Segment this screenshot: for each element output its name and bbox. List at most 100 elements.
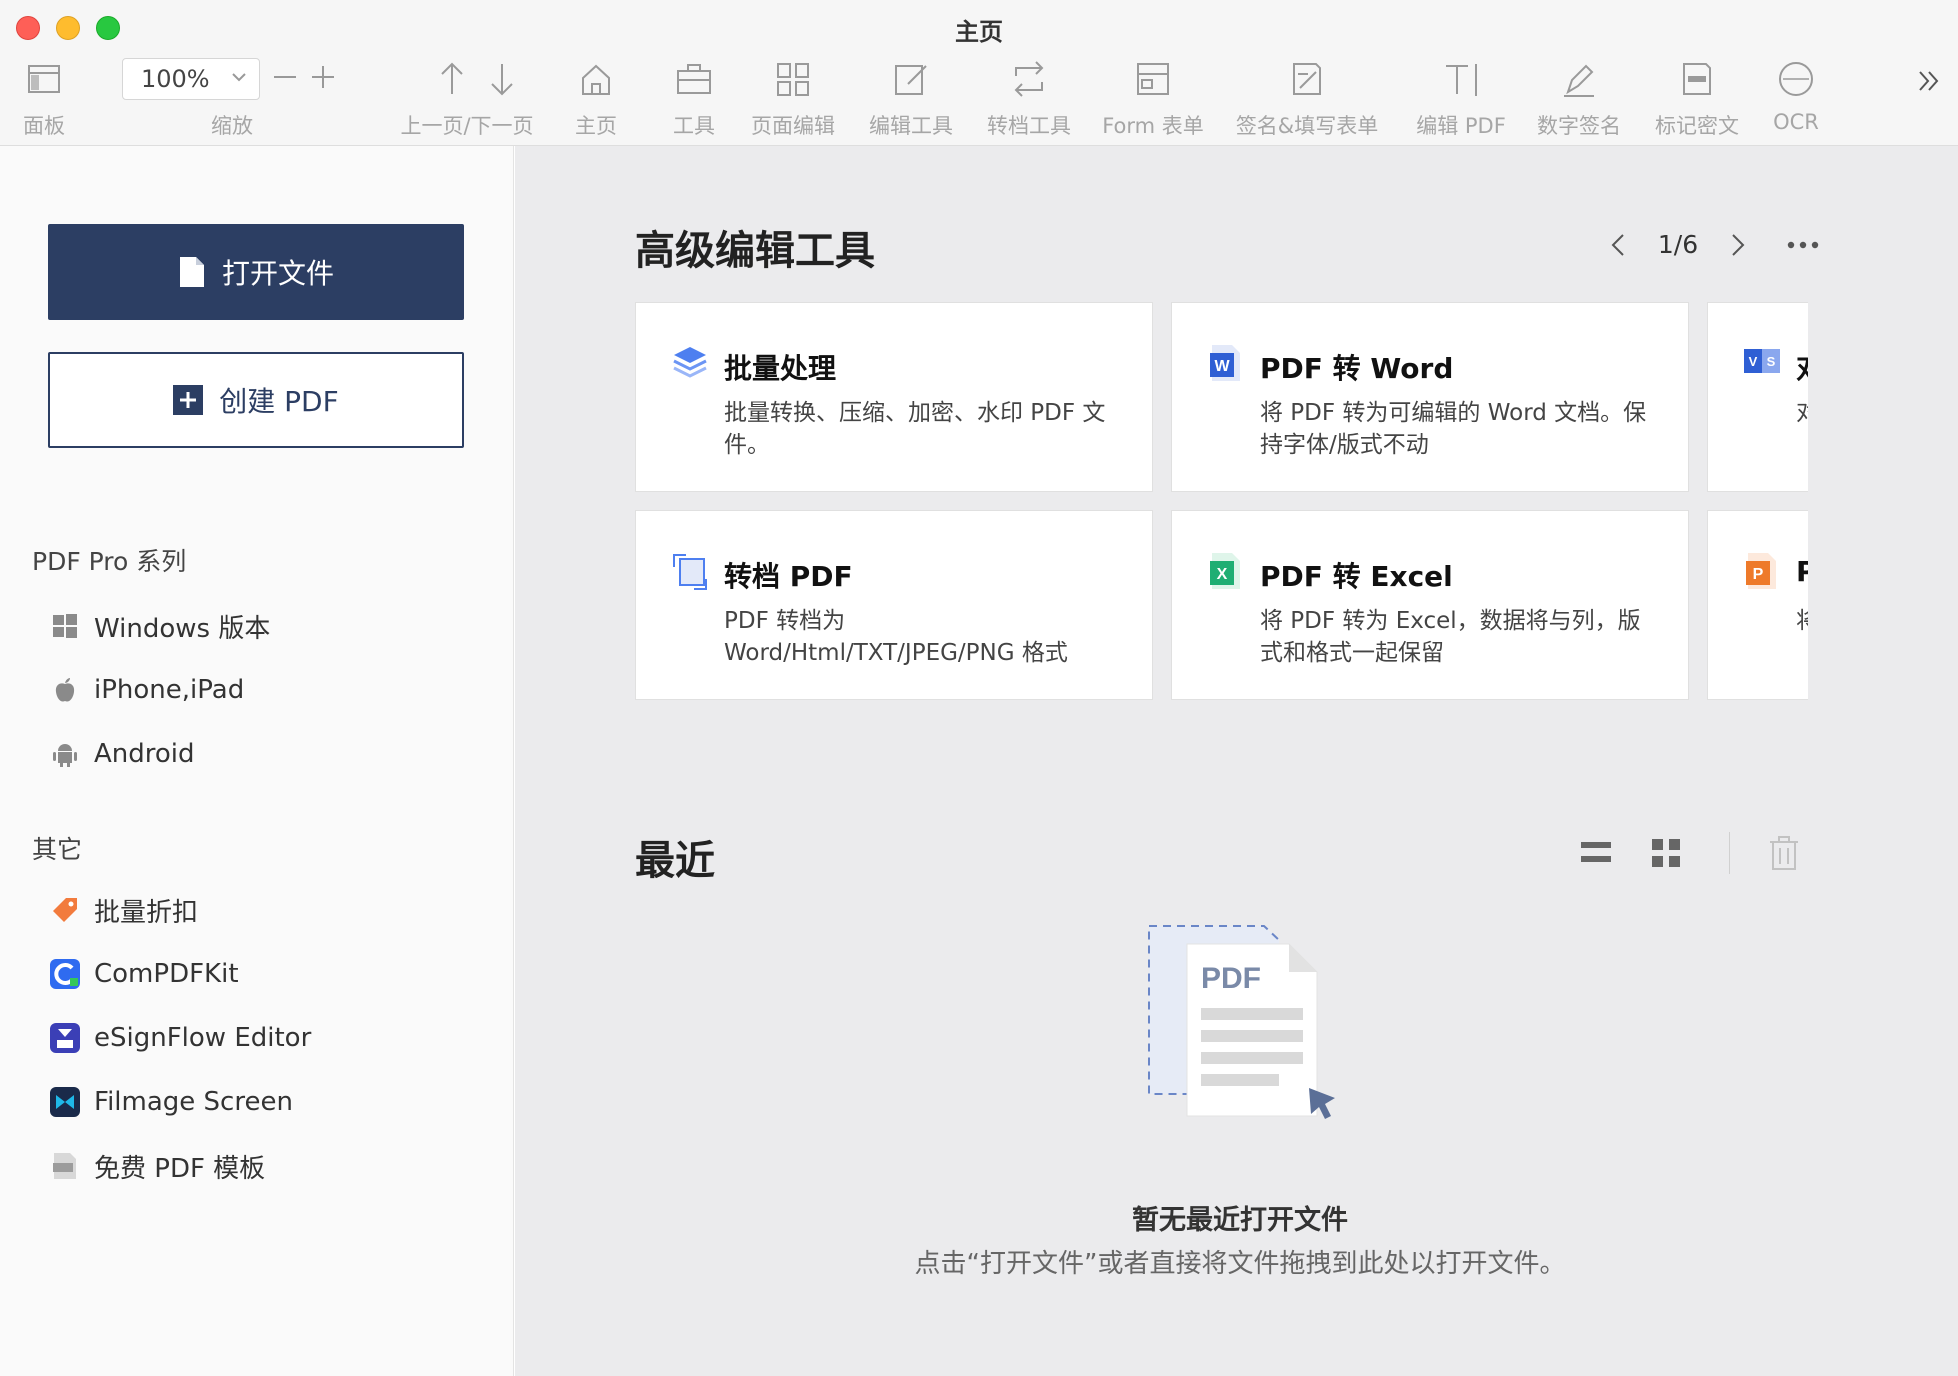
tool-cards: 批量处理 批量转换、压缩、加密、水印 PDF 文件。 W PDF 转 Word … [635, 302, 1808, 722]
toolbar-digital-sign-button[interactable]: 数字签名 [1532, 58, 1626, 142]
card-title: 批量处理 [724, 352, 837, 385]
zoom-out-icon[interactable] [270, 62, 300, 92]
toolbar-label-page-edit: 页面编辑 [751, 114, 835, 138]
card-desc: 对 [1796, 400, 1808, 426]
esignflow-icon [50, 1023, 80, 1053]
tool-card-convert-pdf[interactable]: 转档 PDF PDF 转档为 Word/Html/TXT/JPEG/PNG 格式 [635, 510, 1153, 700]
advanced-tools-title: 高级编辑工具 [635, 228, 875, 274]
ocr-icon [1779, 62, 1813, 96]
toolbar-overflow-icon[interactable] [1914, 66, 1944, 96]
toolbar-label-ocr: OCR [1773, 110, 1819, 134]
word-icon: W [1210, 345, 1240, 381]
toolbar-edit-tools-button[interactable]: 编辑工具 [864, 58, 958, 142]
toolbar-panel-button[interactable]: 面板 [14, 58, 74, 142]
svg-text:V: V [1749, 354, 1758, 369]
create-pdf-button[interactable]: 创建 PDF [48, 352, 464, 448]
tool-card-pdf-to-excel[interactable]: X PDF 转 Excel 将 PDF 转为 Excel，数据将与列，版式和格式… [1171, 510, 1689, 700]
svg-text:W: W [1214, 358, 1230, 375]
sidebar-item-windows[interactable]: Windows 版本 [50, 606, 270, 646]
toolbar-label-page-nav: 上一页/下一页 [400, 114, 534, 138]
layers-icon [673, 347, 707, 378]
sidebar-item-label: Android [94, 739, 195, 769]
zoom-in-icon[interactable] [308, 62, 338, 92]
tool-card-pdf-to-ppt[interactable]: P P 将 村 [1707, 510, 1808, 700]
sidebar-item-esignflow[interactable]: eSignFlow Editor [50, 1018, 311, 1058]
sidebar-item-label: iPhone,iPad [94, 675, 245, 705]
sidebar-item-label: 免费 PDF 模板 [94, 1153, 266, 1184]
svg-text:X: X [1217, 566, 1228, 583]
list-view-icon[interactable] [1579, 836, 1613, 870]
toolbar-label-home: 主页 [575, 114, 617, 138]
zoom-value: 100% [141, 65, 210, 93]
toolbar-label-panel: 面板 [23, 114, 65, 138]
compdfkit-icon [50, 959, 80, 989]
trash-icon[interactable] [1767, 834, 1801, 872]
open-file-label: 打开文件 [221, 257, 334, 290]
panel-icon [28, 65, 60, 93]
sidebar-item-discount[interactable]: 批量折扣 [50, 890, 198, 930]
chevron-left-icon[interactable] [1603, 230, 1633, 260]
toolbar-label-form: Form 表单 [1102, 114, 1204, 138]
toolbar-edit-pdf-button[interactable]: 编辑 PDF [1408, 58, 1514, 142]
chevron-right-icon[interactable] [1723, 230, 1753, 260]
more-options-icon[interactable] [1783, 230, 1823, 260]
empty-document-illustration: PDF [1148, 925, 1335, 1119]
toolbar-label-edit-pdf: 编辑 PDF [1416, 114, 1506, 138]
grid-view-icon[interactable] [1649, 836, 1683, 870]
toolbar-home-button[interactable]: 主页 [566, 58, 626, 142]
toolbar-label-tools: 工具 [673, 114, 715, 138]
sidebar-item-android[interactable]: Android [50, 734, 195, 774]
chevron-down-icon [232, 73, 246, 82]
pro-section-title: PDF Pro 系列 [32, 547, 187, 576]
plus-square-icon [173, 385, 204, 415]
card-title: PDF 转 Excel [1260, 560, 1453, 593]
tool-card-pdf-to-word[interactable]: W PDF 转 Word 将 PDF 转为可编辑的 Word 文档。保持字体/版… [1171, 302, 1689, 492]
pen-icon [1564, 64, 1594, 97]
sidebar-item-filmage[interactable]: Filmage Screen [50, 1082, 293, 1122]
recent-title: 最近 [635, 838, 715, 884]
toolbar-redact-button[interactable]: 标记密文 [1650, 58, 1744, 142]
pdf-template-icon [53, 1153, 76, 1179]
sidebar-item-iphone-ipad[interactable]: iPhone,iPad [50, 670, 244, 710]
toolbox-icon [677, 64, 711, 94]
card-desc: 将 PDF 转为可编辑的 Word 文档。保持字体/版式不动 [1260, 400, 1647, 458]
title-toolbar: 主页 面板 100% 缩放 上一页/下一页 主页 工具 页面编辑 编辑工具 转档… [0, 0, 1958, 146]
sidebar-item-compdfkit[interactable]: ComPDFKit [50, 954, 239, 994]
windows-icon [53, 614, 77, 638]
toolbar-convert-tools-button[interactable]: 转档工具 [982, 58, 1076, 142]
card-desc: PDF 转档为 Word/Html/TXT/JPEG/PNG 格式 [724, 608, 1068, 666]
advanced-tools-pager: 1/6 [1603, 230, 1843, 270]
document-icon [179, 257, 204, 287]
card-title: P [1796, 555, 1808, 588]
card-desc: 将 村 [1796, 608, 1808, 634]
home-icon [582, 64, 610, 95]
toolbar-label-zoom: 缩放 [211, 114, 253, 138]
ppt-icon: P [1746, 553, 1776, 589]
create-pdf-label: 创建 PDF [219, 385, 339, 418]
toolbar-form-button[interactable]: Form 表单 [1100, 58, 1206, 142]
excel-icon: X [1210, 553, 1240, 589]
open-file-button[interactable]: 打开文件 [48, 224, 464, 320]
zoom-select[interactable]: 100% [122, 58, 260, 100]
window-title: 主页 [955, 18, 1003, 46]
empty-recent-description: 点击“打开文件”或者直接将文件拖拽到此处以打开文件。 [914, 1249, 1566, 1279]
filmage-icon [50, 1087, 80, 1117]
toolbar-label-edit-tools: 编辑工具 [869, 114, 953, 138]
toolbar-page-nav-button[interactable]: 上一页/下一页 [392, 58, 542, 142]
sidebar-item-pdf-template[interactable]: 免费 PDF 模板 [50, 1146, 265, 1186]
other-section-title: 其它 [32, 835, 83, 864]
tool-card-compare[interactable]: VS 对 对 [1707, 302, 1808, 492]
toolbar-tools-button[interactable]: 工具 [664, 58, 724, 142]
sidebar-item-label: Windows 版本 [94, 613, 271, 644]
toolbar-ocr-button[interactable]: OCR [1766, 58, 1826, 142]
apple-icon [55, 678, 75, 702]
toolbar-page-edit-button[interactable]: 页面编辑 [746, 58, 840, 142]
toolbar-sign-fill-button[interactable]: 签名&填写表单 [1230, 58, 1384, 142]
svg-text:P: P [1753, 566, 1764, 583]
card-desc: 批量转换、压缩、加密、水印 PDF 文件。 [724, 400, 1106, 458]
svg-text:S: S [1767, 354, 1776, 369]
grid-icon [777, 63, 809, 96]
tool-card-batch[interactable]: 批量处理 批量转换、压缩、加密、水印 PDF 文件。 [635, 302, 1153, 492]
edit-icon [895, 65, 927, 95]
card-desc: 将 PDF 转为 Excel，数据将与列，版式和格式一起保留 [1260, 608, 1641, 666]
